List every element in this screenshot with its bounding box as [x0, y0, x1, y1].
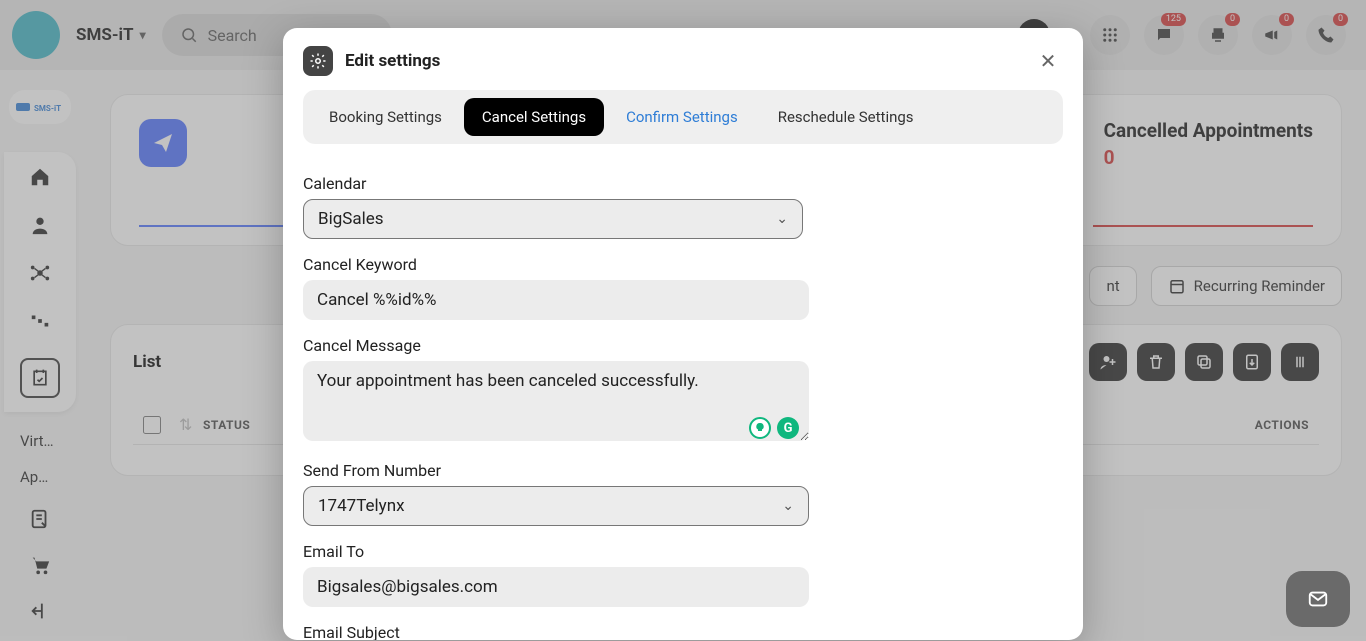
cancel-message-textarea[interactable] [303, 361, 809, 441]
calendar-select[interactable]: BigSales ⌄ [303, 199, 803, 239]
tab-confirm-settings[interactable]: Confirm Settings [608, 98, 756, 136]
help-chat-button[interactable] [1286, 571, 1350, 627]
settings-icon-tile [303, 46, 333, 76]
label-send-from: Send From Number [303, 461, 1063, 480]
label-calendar: Calendar [303, 174, 1063, 193]
textarea-assist-icons: G [749, 417, 799, 439]
bulb-icon[interactable] [749, 417, 771, 439]
send-from-select[interactable]: 1747Telynx ⌄ [303, 486, 809, 526]
modal-overlay[interactable]: Edit settings ✕ Booking Settings Cancel … [0, 0, 1366, 641]
label-email-subject: Email Subject [303, 623, 1063, 640]
grammarly-icon[interactable]: G [777, 417, 799, 439]
modal-header: Edit settings ✕ [303, 42, 1063, 90]
tab-reschedule-settings[interactable]: Reschedule Settings [760, 98, 932, 136]
chevron-down-icon: ⌄ [776, 211, 788, 227]
settings-tabs: Booking Settings Cancel Settings Confirm… [303, 90, 1063, 144]
mail-icon [1304, 588, 1332, 610]
calendar-select-value: BigSales [318, 209, 384, 229]
edit-settings-modal: Edit settings ✕ Booking Settings Cancel … [283, 28, 1083, 640]
gear-icon [309, 52, 327, 70]
email-to-input[interactable] [303, 567, 809, 607]
label-cancel-message: Cancel Message [303, 336, 1063, 355]
tab-cancel-settings[interactable]: Cancel Settings [464, 98, 604, 136]
close-icon: ✕ [1040, 49, 1057, 73]
cancel-settings-form: Calendar BigSales ⌄ Cancel Keyword Cance… [303, 164, 1063, 640]
label-email-to: Email To [303, 542, 1063, 561]
cancel-keyword-input[interactable] [303, 280, 809, 320]
modal-title: Edit settings [345, 51, 440, 71]
modal-close-button[interactable]: ✕ [1033, 46, 1063, 76]
send-from-value: 1747Telynx [318, 496, 405, 516]
label-cancel-keyword: Cancel Keyword [303, 255, 1063, 274]
chevron-down-icon: ⌄ [782, 498, 794, 514]
tab-booking-settings[interactable]: Booking Settings [311, 98, 460, 136]
